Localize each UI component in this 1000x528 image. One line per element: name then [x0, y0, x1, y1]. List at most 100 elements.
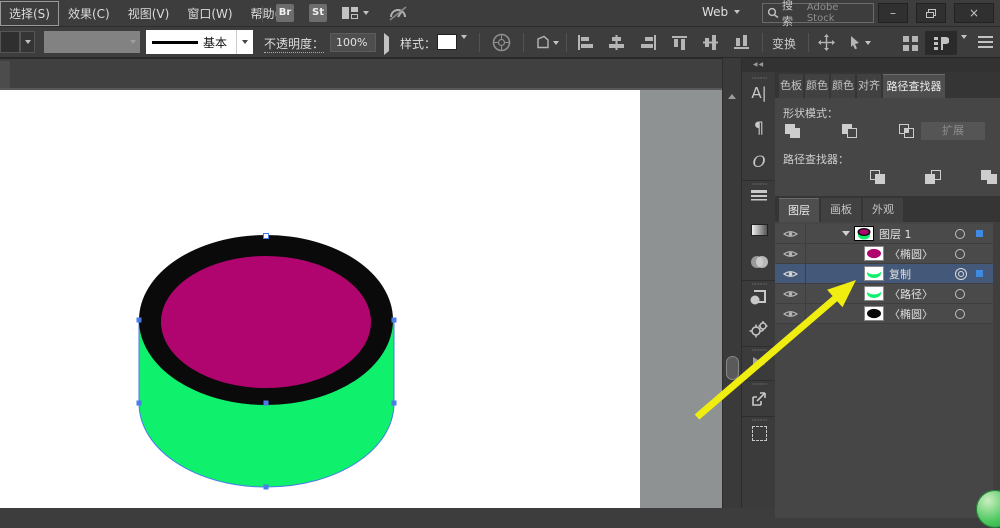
opacity-stepper-button[interactable]: [384, 37, 389, 51]
visibility-toggle[interactable]: [775, 284, 806, 303]
export-panel-icon[interactable]: [742, 390, 776, 411]
stroke-weight-value[interactable]: [0, 31, 20, 53]
play-actions-icon[interactable]: [742, 356, 776, 375]
control-panel-menu-icon[interactable]: [978, 36, 993, 51]
vertical-scrollbar[interactable]: [722, 58, 741, 508]
tab-appearance[interactable]: 外观: [863, 198, 903, 222]
application-grid-icon[interactable]: [903, 36, 918, 54]
layer-row-selected[interactable]: 复制: [775, 264, 993, 284]
stroke-panel-icon[interactable]: [742, 190, 776, 205]
divide-icon[interactable]: [870, 170, 887, 185]
style-chevron[interactable]: [461, 39, 467, 53]
cylinder-top[interactable]: [161, 256, 371, 388]
character-panel-icon[interactable]: A|: [742, 84, 776, 102]
menu-view[interactable]: 视图(V): [119, 1, 179, 26]
close-button[interactable]: ×: [954, 3, 994, 23]
gpu-performance-icon[interactable]: [388, 4, 408, 25]
intersect-icon[interactable]: [899, 124, 916, 139]
expand-button: 扩展: [921, 122, 985, 140]
scrollbar-thumb[interactable]: [726, 356, 739, 380]
opentype-panel-icon[interactable]: O: [742, 152, 776, 171]
cylinder-artwork[interactable]: [0, 90, 722, 508]
select-similar-button[interactable]: [848, 35, 871, 50]
align-left-icon[interactable]: [577, 35, 594, 50]
layer-row[interactable]: 〈椭圆〉: [775, 244, 993, 264]
minus-front-icon[interactable]: [842, 124, 859, 139]
workspace-switcher-button[interactable]: [925, 31, 957, 55]
target-circle-icon[interactable]: [955, 289, 965, 299]
shape-properties-button[interactable]: [534, 35, 559, 50]
tab-color-guide[interactable]: 颜色: [831, 74, 855, 98]
collapse-panels-icon[interactable]: ◀◀: [742, 58, 775, 72]
workspace-chevron[interactable]: [961, 39, 967, 53]
layer-thumbnail[interactable]: [864, 286, 884, 301]
opacity-label[interactable]: 不透明度：: [264, 35, 324, 53]
menu-select[interactable]: 选择(S): [0, 1, 59, 26]
layer-name[interactable]: 〈椭圆〉: [889, 306, 933, 322]
stroke-style-dropdown[interactable]: 基本: [146, 30, 236, 54]
layer-row[interactable]: 〈路径〉: [775, 284, 993, 304]
document-profile-dropdown[interactable]: Web: [702, 5, 740, 19]
stock-button[interactable]: St: [309, 4, 327, 22]
align-vertical-center-icon[interactable]: [703, 35, 720, 50]
layer-thumbnail[interactable]: [864, 266, 884, 281]
menu-effect[interactable]: 效果(C): [59, 1, 119, 26]
search-input[interactable]: 搜索 Adobe Stock: [762, 3, 874, 23]
layer-thumbnail[interactable]: [864, 246, 884, 261]
unite-icon[interactable]: [785, 124, 802, 139]
trim-icon[interactable]: [925, 170, 942, 185]
layer-name[interactable]: 图层 1: [879, 226, 912, 242]
layer-name[interactable]: 复制: [889, 266, 911, 282]
tab-pathfinder[interactable]: 路径查找器: [883, 74, 945, 98]
align-top-icon[interactable]: [672, 35, 689, 50]
stroke-style-chevron[interactable]: [236, 30, 253, 54]
search-label: 搜索: [782, 0, 804, 29]
merge-icon[interactable]: [981, 170, 998, 185]
align-horizontal-center-icon[interactable]: [608, 35, 625, 50]
paragraph-panel-icon[interactable]: ¶: [742, 118, 776, 137]
transform-link[interactable]: 变换: [772, 35, 796, 52]
layer-thumbnail[interactable]: [864, 306, 884, 321]
opacity-value-input[interactable]: 100%: [330, 33, 376, 52]
restore-button[interactable]: [916, 3, 946, 23]
tab-swatches[interactable]: 色板: [779, 74, 803, 98]
tab-align[interactable]: 对齐: [857, 74, 881, 98]
panel-scrollbar[interactable]: [993, 222, 1000, 518]
minimize-button[interactable]: –: [878, 3, 908, 23]
symbols-panel-icon[interactable]: [742, 288, 776, 309]
tab-layers[interactable]: 图层: [779, 198, 819, 222]
divider: [262, 6, 263, 22]
visibility-toggle[interactable]: [775, 244, 806, 263]
document-tab-bar[interactable]: [0, 58, 723, 90]
target-circle-icon[interactable]: [955, 309, 965, 319]
layer-name[interactable]: 〈椭圆〉: [889, 246, 933, 262]
layer-thumbnail[interactable]: [854, 226, 874, 241]
transparency-panel-icon[interactable]: [742, 254, 776, 273]
recolor-artwork-icon[interactable]: [492, 33, 511, 55]
style-swatch[interactable]: [437, 34, 457, 50]
target-circle-icon[interactable]: [955, 249, 965, 259]
gradient-panel-icon[interactable]: [742, 224, 776, 239]
corner-green-orb[interactable]: [976, 490, 1000, 528]
expand-chevron-icon[interactable]: [842, 231, 850, 236]
menu-window[interactable]: 窗口(W): [178, 1, 241, 26]
align-bottom-icon[interactable]: [734, 35, 751, 50]
scroll-up-arrow-icon[interactable]: [728, 94, 736, 99]
target-double-circle-icon[interactable]: [955, 268, 967, 280]
tab-artboards[interactable]: 画板: [821, 198, 861, 222]
layer-name[interactable]: 〈路径〉: [889, 286, 933, 302]
stroke-weight-dropdown[interactable]: [20, 31, 35, 53]
target-circle-icon[interactable]: [955, 229, 965, 239]
visibility-toggle[interactable]: [775, 224, 806, 243]
align-right-icon[interactable]: [640, 35, 657, 50]
visibility-toggle[interactable]: [775, 264, 806, 283]
arrange-documents-button[interactable]: [341, 6, 369, 20]
layer-row[interactable]: 〈椭圆〉: [775, 304, 993, 324]
visibility-toggle[interactable]: [775, 304, 806, 323]
actions-panel-icon[interactable]: [742, 320, 776, 341]
bridge-button[interactable]: Br: [276, 4, 294, 22]
free-transform-icon[interactable]: [818, 34, 835, 54]
layer-row-group[interactable]: 图层 1: [775, 224, 993, 244]
tab-color[interactable]: 颜色: [805, 74, 829, 98]
artboards-panel-icon[interactable]: [742, 426, 776, 444]
